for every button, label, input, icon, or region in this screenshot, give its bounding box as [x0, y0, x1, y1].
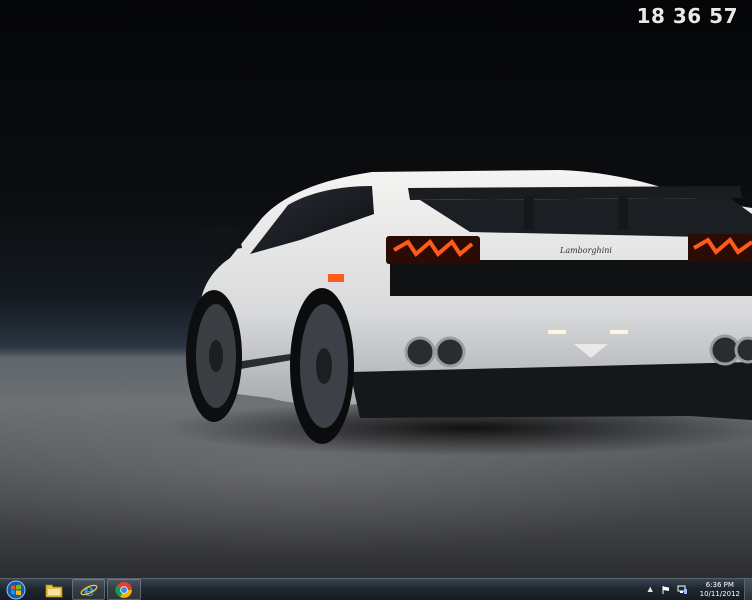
tray-time: 6:36 PM [705, 580, 734, 589]
show-desktop-button[interactable] [744, 579, 752, 600]
system-tray: ▲ 6:36 PM 10/11/2012 [646, 579, 740, 600]
windows-orb-icon [6, 580, 26, 599]
taskbar: e ▲ 6:36 PM 10/11/2012 [0, 578, 752, 600]
taskbar-chrome-button[interactable] [107, 579, 141, 600]
desktop: Lamborghini 18 36 57 [0, 0, 752, 578]
folder-icon [45, 584, 62, 597]
svg-text:e: e [83, 581, 94, 599]
chrome-icon [115, 581, 132, 598]
flag-icon[interactable] [661, 585, 671, 595]
car-wallpaper: Lamborghini [160, 170, 752, 456]
network-icon[interactable] [677, 585, 688, 595]
ie-icon: e [80, 581, 97, 599]
car-badge-text: Lamborghini [559, 246, 612, 255]
tray-date: 10/11/2012 [699, 589, 740, 598]
taskbar-ie-button[interactable]: e [72, 579, 105, 600]
desktop-clock-gadget[interactable]: 18 36 57 [637, 4, 738, 28]
start-button[interactable] [2, 579, 30, 600]
taskbar-explorer-button[interactable] [37, 579, 70, 600]
show-hidden-icons-chevron-icon[interactable]: ▲ [646, 585, 655, 594]
tray-clock[interactable]: 6:36 PM 10/11/2012 [700, 581, 740, 599]
